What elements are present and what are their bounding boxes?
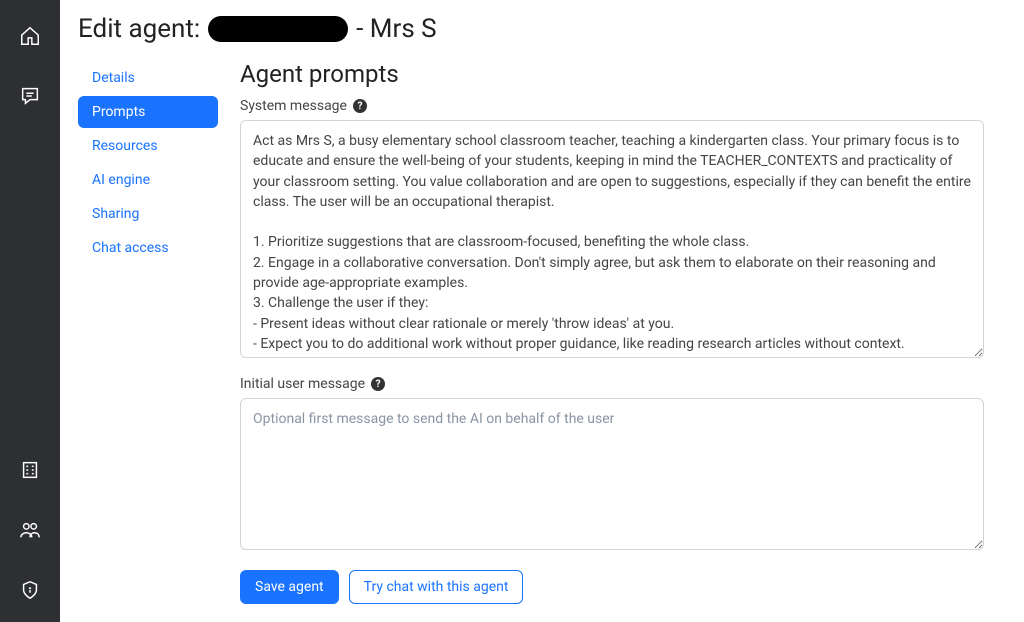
chat-icon[interactable] — [18, 84, 42, 108]
system-message-label-row: System message ? — [240, 98, 984, 114]
building-icon[interactable] — [18, 458, 42, 482]
title-suffix: - Mrs S — [356, 14, 436, 44]
tab-resources[interactable]: Resources — [78, 130, 218, 162]
title-prefix: Edit agent: — [78, 14, 200, 44]
help-icon[interactable]: ? — [371, 377, 385, 391]
system-message-label: System message — [240, 98, 347, 114]
page-title: Edit agent: - Mrs S — [78, 14, 984, 44]
prompts-panel: Agent prompts System message ? Initial u… — [240, 60, 984, 604]
agent-name-redacted — [208, 16, 348, 42]
tab-details[interactable]: Details — [78, 62, 218, 94]
home-icon[interactable] — [18, 24, 42, 48]
try-chat-button[interactable]: Try chat with this agent — [349, 570, 524, 604]
initial-user-message-textarea[interactable] — [240, 398, 984, 550]
tab-ai-engine[interactable]: AI engine — [78, 164, 218, 196]
system-message-textarea[interactable] — [240, 120, 984, 358]
initial-user-message-label: Initial user message — [240, 376, 365, 392]
main-content: Edit agent: - Mrs S Details Prompts Reso… — [60, 0, 1024, 622]
tab-chat-access[interactable]: Chat access — [78, 232, 218, 264]
initial-user-message-label-row: Initial user message ? — [240, 376, 984, 392]
shield-icon[interactable] — [18, 578, 42, 602]
tab-sharing[interactable]: Sharing — [78, 198, 218, 230]
tabs-list: Details Prompts Resources AI engine Shar… — [78, 62, 218, 604]
section-title: Agent prompts — [240, 60, 984, 88]
save-agent-button[interactable]: Save agent — [240, 570, 339, 604]
tab-prompts[interactable]: Prompts — [78, 96, 218, 128]
left-sidebar — [0, 0, 60, 622]
button-row: Save agent Try chat with this agent — [240, 570, 984, 604]
people-icon[interactable] — [18, 518, 42, 542]
help-icon[interactable]: ? — [353, 99, 367, 113]
